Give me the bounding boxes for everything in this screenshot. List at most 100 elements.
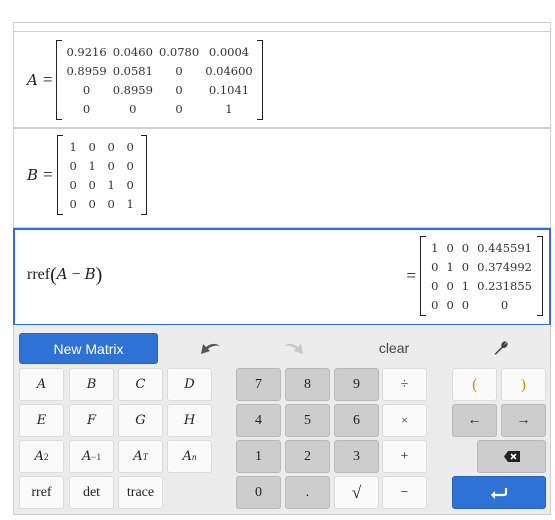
matrix-cell[interactable]: 0 xyxy=(64,175,83,194)
key-matrix-b[interactable]: B xyxy=(69,368,114,401)
matrix-cell[interactable]: 0.8959 xyxy=(63,61,109,80)
matrix-cell[interactable]: 0 xyxy=(156,80,202,99)
result-matrix: 1 0 0 0.445591 0 1 0 0.374992 0 0 1 0.23… xyxy=(420,236,543,316)
matrix-cell: 0 xyxy=(446,297,454,312)
undo-button[interactable] xyxy=(190,333,230,363)
matrix-cell[interactable]: 0.0581 xyxy=(110,61,156,80)
expression-matrix-b[interactable]: B = 1 0 0 0 0 1 0 0 0 0 1 0 0 0 0 1 xyxy=(13,128,551,228)
key-1[interactable]: 1 xyxy=(236,440,281,473)
matrix-cell[interactable]: 0 xyxy=(102,156,121,175)
matrix-cell[interactable]: 0 xyxy=(102,194,121,213)
matrix-cell[interactable]: 0 xyxy=(102,137,121,156)
matrix-cell[interactable]: 0.8959 xyxy=(110,80,156,99)
key-rref[interactable]: rref xyxy=(19,476,64,509)
new-matrix-button[interactable]: New Matrix xyxy=(19,333,158,364)
matrix-cell[interactable]: 0 xyxy=(121,137,140,156)
key-label: A xyxy=(82,449,92,464)
matrix-cell: 0 xyxy=(500,297,509,312)
key-enter[interactable] xyxy=(452,476,546,509)
matrix-cell: 1 xyxy=(431,240,439,255)
redo-button[interactable] xyxy=(274,333,314,363)
matrix-cell[interactable]: 0 xyxy=(64,156,83,175)
matrix-cell: 0 xyxy=(446,240,454,255)
key-square[interactable]: A2 xyxy=(19,440,64,473)
key-open-paren[interactable]: ( xyxy=(452,368,497,401)
matrix-cell[interactable]: 0 xyxy=(121,156,140,175)
matrix-cell[interactable]: 0.1041 xyxy=(202,80,256,99)
key-label: H xyxy=(183,413,196,428)
matrix-row: 0 0 0 1 xyxy=(64,194,140,213)
matrix-cell[interactable]: 0 xyxy=(83,194,102,213)
matrix-cell[interactable]: 1 xyxy=(202,99,256,118)
matrix-a-values: 0.9216 0.0460 0.0780 0.0004 0.8959 0.058… xyxy=(56,40,264,120)
key-8[interactable]: 8 xyxy=(285,368,330,401)
settings-button[interactable] xyxy=(486,333,516,363)
matrix-cell: 0 xyxy=(446,278,454,293)
key-power-n[interactable]: An xyxy=(167,440,212,473)
key-sqrt[interactable]: √ xyxy=(334,476,379,509)
key-4[interactable]: 4 xyxy=(236,404,281,437)
matrix-cell[interactable]: 0 xyxy=(83,137,102,156)
key-6[interactable]: 6 xyxy=(334,404,379,437)
key-plus[interactable]: + xyxy=(382,440,427,473)
key-label: G xyxy=(135,413,146,428)
matrix-cell[interactable]: 0 xyxy=(63,80,109,99)
key-label: A xyxy=(36,377,47,392)
matrix-row: 0 0.8959 0 0.1041 xyxy=(63,80,255,99)
expression-rref-active[interactable]: rref(A − B) = 1 0 0 0.445591 0 1 0 0.3749 xyxy=(13,228,551,326)
matrix-cell[interactable]: 0.04600 xyxy=(202,61,256,80)
key-5[interactable]: 5 xyxy=(285,404,330,437)
key-matrix-d[interactable]: D xyxy=(167,368,212,401)
key-minus[interactable]: − xyxy=(382,476,427,509)
key-9[interactable]: 9 xyxy=(334,368,379,401)
matrix-cell[interactable]: 0 xyxy=(156,61,202,80)
key-cursor-left[interactable]: ← xyxy=(452,404,497,437)
key-2[interactable]: 2 xyxy=(285,440,330,473)
matrix-cell[interactable]: 0.0460 xyxy=(110,42,156,61)
key-close-paren[interactable]: ) xyxy=(501,368,546,401)
matrix-cell[interactable]: 0 xyxy=(121,175,140,194)
key-transpose[interactable]: AT xyxy=(118,440,163,473)
matrix-cell[interactable]: 0 xyxy=(110,99,156,118)
key-3[interactable]: 3 xyxy=(334,440,379,473)
expression-matrix-a[interactable]: A = 0.9216 0.0460 0.0780 0.0004 0.8959 0… xyxy=(13,31,551,128)
matrix-cell[interactable]: 0 xyxy=(83,175,102,194)
key-7[interactable]: 7 xyxy=(236,368,281,401)
key-divide[interactable]: ÷ xyxy=(382,368,427,401)
key-label: E xyxy=(36,413,47,428)
key-cursor-right[interactable]: → xyxy=(501,404,546,437)
matrix-cell[interactable]: 0.0004 xyxy=(202,42,256,61)
clear-button[interactable]: clear xyxy=(369,333,419,363)
matrix-cell[interactable]: 1 xyxy=(121,194,140,213)
key-inverse[interactable]: A −1 xyxy=(69,440,114,473)
key-exponent: −1 xyxy=(91,451,101,462)
keypad: New Matrix clear A B C D E F G H A2 A −1 … xyxy=(13,325,551,515)
key-multiply[interactable]: × xyxy=(382,404,427,437)
key-backspace[interactable] xyxy=(477,440,546,473)
key-label: A xyxy=(133,449,143,464)
matrix-cell[interactable]: 1 xyxy=(64,137,83,156)
key-det[interactable]: det xyxy=(69,476,114,509)
matrix-cell[interactable]: 0.9216 xyxy=(63,42,109,61)
matrix-cell[interactable]: 0 xyxy=(63,99,109,118)
matrix-cell[interactable]: 0.0780 xyxy=(156,42,202,61)
matrix-cell[interactable]: 0 xyxy=(156,99,202,118)
rref-input[interactable]: rref(A − B) xyxy=(27,264,102,287)
key-matrix-e[interactable]: E xyxy=(19,404,64,437)
key-matrix-g[interactable]: G xyxy=(118,404,163,437)
key-trace[interactable]: trace xyxy=(118,476,163,509)
arg-b: B xyxy=(84,265,96,283)
key-matrix-f[interactable]: F xyxy=(69,404,114,437)
key-0[interactable]: 0 xyxy=(236,476,281,509)
matrix-row: 0 1 0 0 xyxy=(64,156,140,175)
key-matrix-h[interactable]: H xyxy=(167,404,212,437)
key-exponent: n xyxy=(191,451,197,462)
empty-row[interactable] xyxy=(13,22,551,31)
key-matrix-c[interactable]: C xyxy=(118,368,163,401)
key-decimal[interactable]: . xyxy=(285,476,330,509)
key-matrix-a[interactable]: A xyxy=(19,368,64,401)
matrix-cell[interactable]: 0 xyxy=(64,194,83,213)
matrix-cell[interactable]: 1 xyxy=(83,156,102,175)
matrix-cell[interactable]: 1 xyxy=(102,175,121,194)
matrix-row: 0 0 0 1 xyxy=(63,99,255,118)
